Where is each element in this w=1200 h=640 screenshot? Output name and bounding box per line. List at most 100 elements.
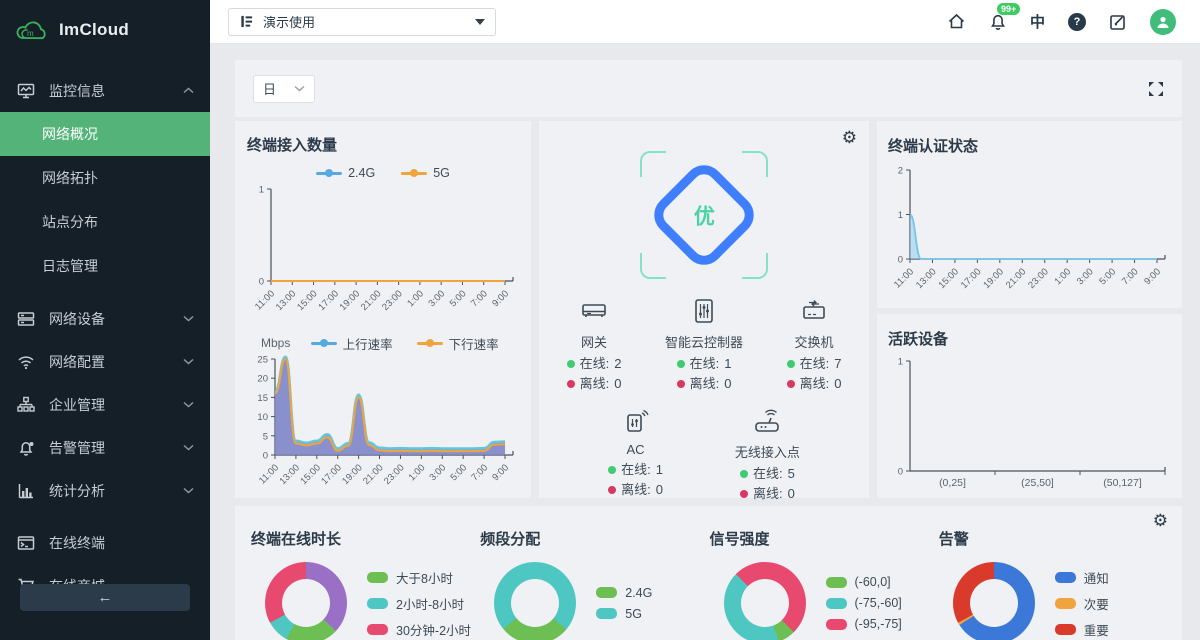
legend-label: (-95,-75] [855, 617, 902, 631]
sidebar-item-enterprise[interactable]: 企业管理 [0, 383, 210, 426]
legend-item[interactable]: 30分钟-2小时 [367, 620, 471, 639]
sidebar-item-online-terminals[interactable]: 在线终端 [0, 521, 210, 564]
card-title: 终端接入数量 [247, 134, 519, 155]
scene-list-icon [239, 14, 254, 29]
legend-item[interactable]: 2.4G [596, 586, 652, 600]
sidebar-item-site-distribution[interactable]: 站点分布 [0, 200, 210, 244]
svg-text:1: 1 [898, 210, 903, 221]
legend-item[interactable]: 重要 [1055, 620, 1109, 639]
sidebar-item-log-management[interactable]: 日志管理 [0, 244, 210, 288]
period-select[interactable]: 日 [253, 75, 315, 103]
sidebar-item-network-overview[interactable]: 网络概况 [0, 112, 210, 156]
network-health-card: ⚙ 优 [539, 121, 869, 498]
legend-label: 2.4G [625, 586, 652, 600]
device-status-row2: AC 在线:1 离线:0 无线接入点 在线:5 [539, 407, 869, 501]
svg-text:19:00: 19:00 [981, 266, 1006, 291]
device-name: 智能云控制器 [665, 332, 743, 351]
legend-swatch [596, 608, 617, 619]
sidebar-item-network-devices[interactable]: 网络设备 [0, 297, 210, 340]
online-count: 1 [656, 463, 663, 477]
sidebar-item-network-config[interactable]: 网络配置 [0, 340, 210, 383]
gear-icon[interactable]: ⚙ [1153, 512, 1168, 529]
svg-text:0: 0 [898, 467, 903, 478]
legend-item[interactable]: 5G [596, 607, 652, 621]
home-icon[interactable] [947, 12, 966, 31]
legend-item-uplink[interactable]: 上行速率 [311, 334, 393, 353]
legend-item[interactable]: 大于8小时 [367, 568, 471, 587]
legend-item-downlink[interactable]: 下行速率 [417, 334, 499, 353]
sidebar-item-network-topology[interactable]: 网络拓扑 [0, 156, 210, 200]
donut-legend: 通知次要重要 [1055, 568, 1109, 639]
language-switch[interactable]: 中 [1030, 11, 1045, 32]
svg-text:19:00: 19:00 [338, 288, 363, 313]
bracket-corner [640, 151, 666, 177]
legend-item[interactable]: (-75,-60] [826, 596, 902, 610]
chart-title: 终端在线时长 [251, 528, 480, 549]
legend-item[interactable]: (-95,-75] [826, 617, 902, 631]
legend-item-24g[interactable]: 2.4G [316, 166, 375, 180]
svg-text:21:00: 21:00 [359, 288, 384, 313]
org-icon [16, 396, 36, 414]
scene-select[interactable]: 演示使用 [228, 8, 496, 36]
bracket-corner [742, 253, 768, 279]
legend-swatch [826, 598, 847, 609]
rate-chart-header: Mbps 上行速率 下行速率 [247, 335, 519, 351]
sidebar-item-label: 网络概况 [42, 124, 98, 144]
main-content: 日 终端接入数量 2.4G 5G 0 1 11:00 [210, 44, 1200, 640]
device-name: 交换机 [794, 332, 833, 351]
svg-text:15:00: 15:00 [295, 288, 320, 313]
rate-chart: 051015202511:0013:0015:0017:0019:0021:00… [247, 351, 519, 503]
donut-legend: 大于8小时 2小时-8小时 30分钟-2小时 [367, 568, 471, 639]
legend-item[interactable]: 通知 [1055, 568, 1109, 587]
online-dot [787, 360, 795, 368]
help-icon[interactable]: ? [1068, 13, 1086, 31]
svg-text:5:00: 5:00 [1097, 266, 1118, 287]
ac-icon [619, 407, 651, 435]
svg-text:10: 10 [257, 412, 268, 423]
monitor-icon [16, 82, 36, 100]
card-title: 活跃设备 [888, 328, 1171, 349]
legend-item[interactable]: (-60,0] [826, 575, 902, 589]
topbar-actions: 99+ 中 ? [947, 9, 1176, 35]
stats-icon [16, 482, 36, 500]
sidebar-item-statistics[interactable]: 统计分析 [0, 469, 210, 512]
device-gateway: 网关 在线:2 离线:0 [539, 297, 649, 391]
scene-select-value: 演示使用 [263, 12, 315, 31]
chevron-down-icon [183, 487, 194, 494]
legend-label: 2小时-8小时 [396, 594, 464, 613]
sidebar-collapse-button[interactable]: ← [20, 584, 190, 611]
chart-title: 信号强度 [710, 528, 939, 549]
online-count: 7 [834, 357, 841, 371]
cloud-logo-icon: m [15, 17, 49, 43]
svg-text:13:00: 13:00 [277, 462, 302, 487]
sidebar-item-label: 日志管理 [42, 256, 98, 276]
access-chart-legend: 2.4G 5G [247, 165, 519, 181]
legend-swatch [367, 572, 388, 583]
bracket-corner [640, 253, 666, 279]
legend-item-5g[interactable]: 5G [401, 166, 450, 180]
sidebar-item-monitor-info[interactable]: 监控信息 [0, 69, 210, 112]
notifications-bell-icon[interactable]: 99+ [989, 12, 1007, 31]
caret-down-icon [475, 19, 485, 25]
svg-text:11:00: 11:00 [253, 288, 277, 312]
svg-text:7:00: 7:00 [1120, 266, 1141, 287]
feedback-edit-icon[interactable] [1109, 13, 1127, 31]
svg-text:17:00: 17:00 [959, 266, 984, 291]
fullscreen-icon[interactable] [1148, 81, 1164, 97]
svg-text:(0,25]: (0,25] [939, 477, 966, 489]
chevron-down-icon [183, 401, 194, 408]
health-grade-text: 优 [694, 200, 715, 230]
gear-icon[interactable]: ⚙ [842, 129, 857, 146]
signal-strength-chart-block: 信号强度 (-60,0] (-75,-60] (-95,-75] [710, 520, 939, 640]
legend-marker [311, 339, 337, 347]
online-count: 5 [788, 467, 795, 481]
device-ac: AC 在线:1 离线:0 [608, 407, 663, 501]
viewfinder-brackets: 优 [640, 151, 768, 279]
sidebar-item-label: 网络配置 [49, 352, 183, 372]
legend-item[interactable]: 次要 [1055, 594, 1109, 613]
sidebar-item-alarm-management[interactable]: 告警管理 [0, 426, 210, 469]
sidebar-item-label: 监控信息 [49, 81, 183, 101]
user-avatar[interactable] [1150, 9, 1176, 35]
donut-panel: ⚙ 终端在线时长 大于8小时2小时-8小时30分钟-2小时 频段分配 2.4G5… [235, 506, 1182, 640]
legend-item[interactable]: 2小时-8小时 [367, 594, 471, 613]
